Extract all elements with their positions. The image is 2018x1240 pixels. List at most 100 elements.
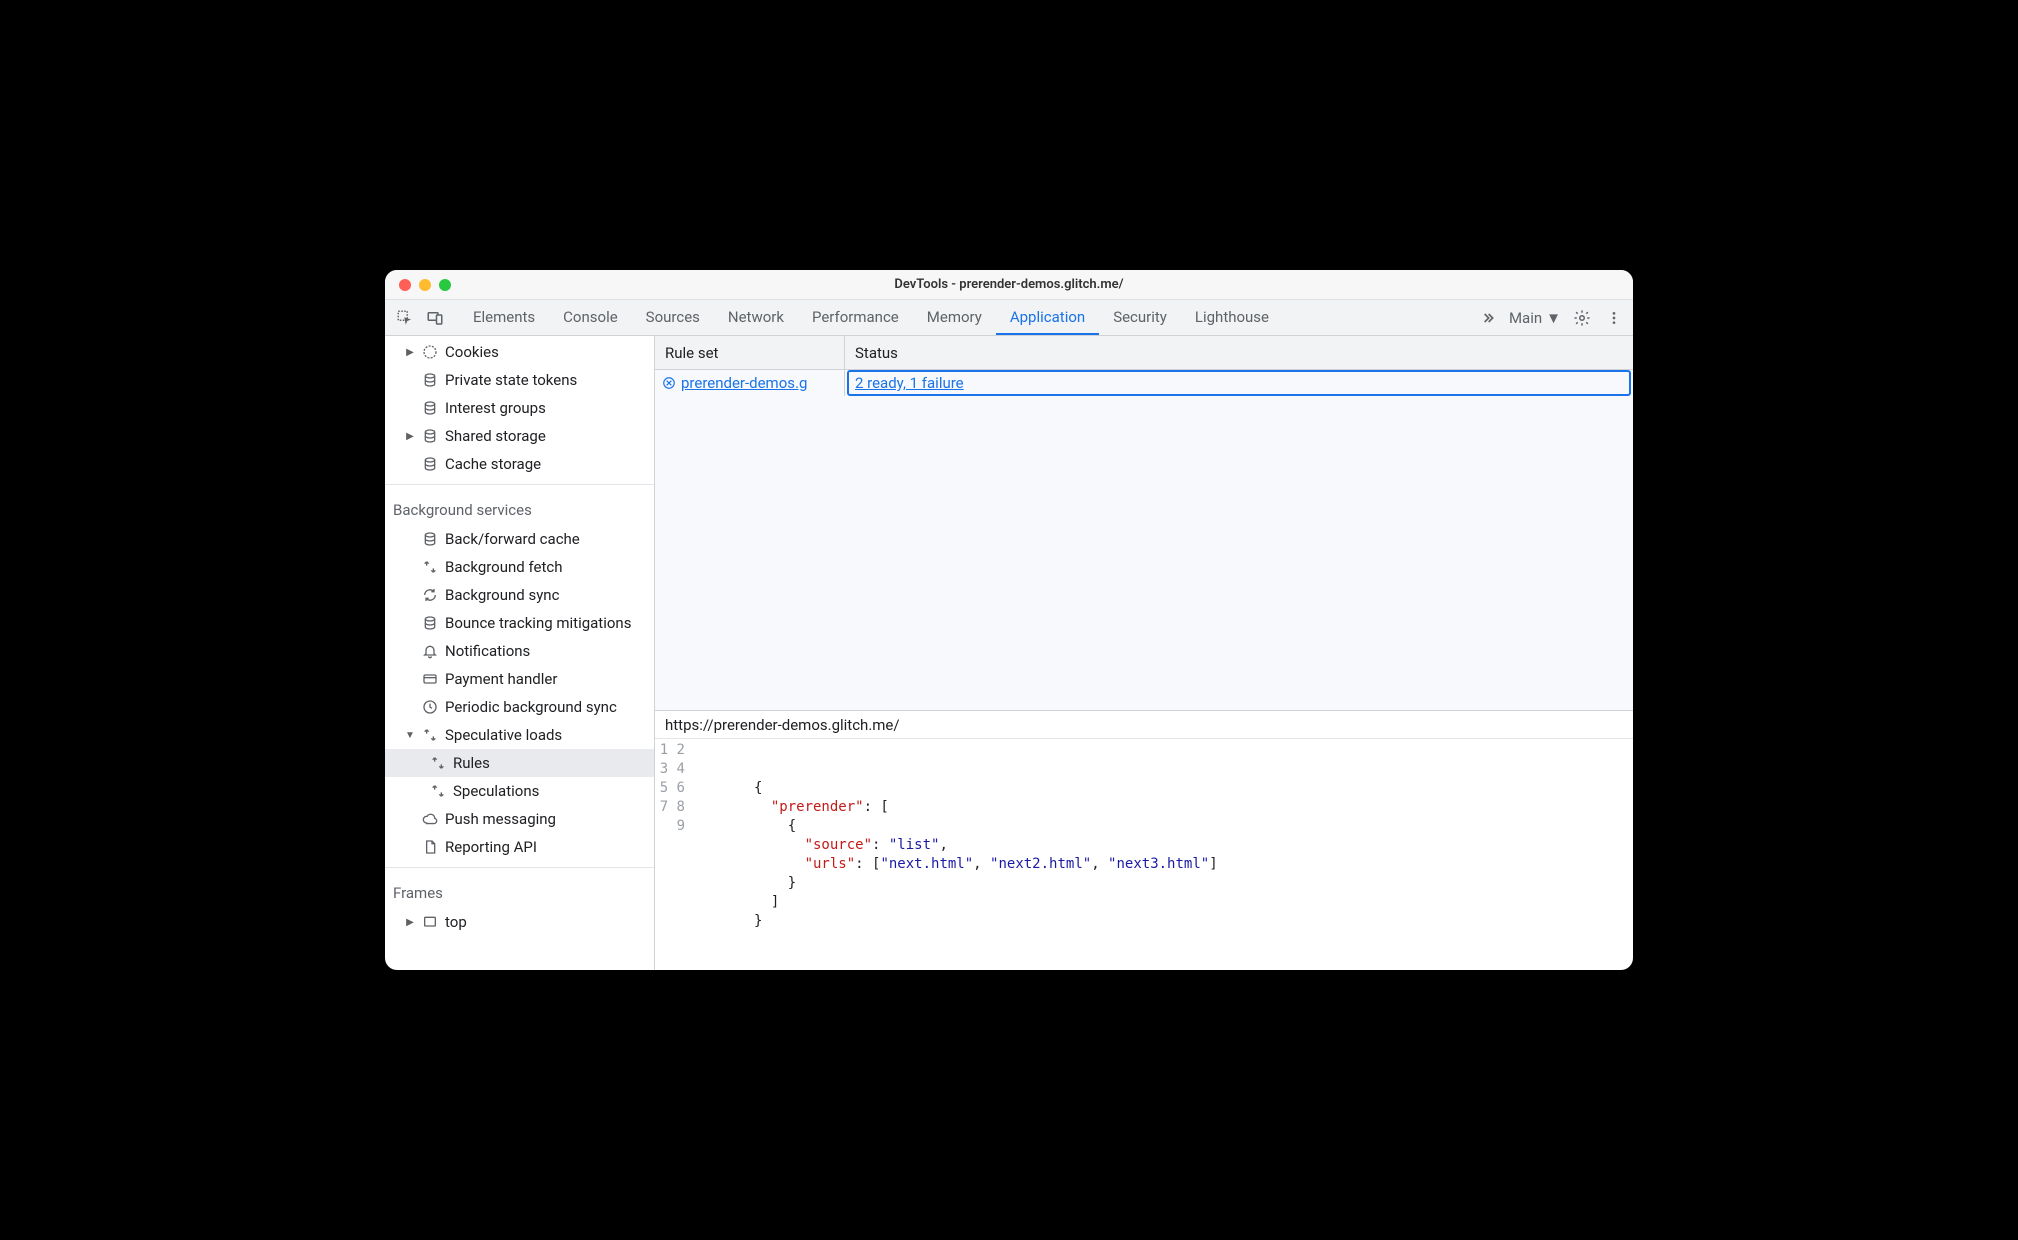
zoom-icon[interactable]: [439, 279, 451, 291]
cookie-icon: [421, 343, 439, 361]
close-icon[interactable]: [399, 279, 411, 291]
ruleset-link[interactable]: prerender-demos.g: [681, 374, 807, 392]
sidebar-item-label: Bounce tracking mitigations: [445, 614, 631, 632]
sidebar-item-label: Cookies: [445, 343, 499, 361]
line-gutter: 1 2 3 4 5 6 7 8 9: [655, 741, 695, 970]
column-status[interactable]: Status: [845, 344, 1633, 362]
tab-network[interactable]: Network: [714, 300, 798, 335]
sidebar-item-label: Background fetch: [445, 558, 562, 576]
more-tabs-icon[interactable]: [1477, 307, 1499, 329]
cloud-icon: [421, 810, 439, 828]
sidebar-item-label: Shared storage: [445, 427, 546, 445]
sidebar-item-background-sync[interactable]: ▶ Background sync: [385, 581, 654, 609]
toolbar-right: Main ▼: [1477, 307, 1625, 329]
settings-icon[interactable]: [1571, 307, 1593, 329]
frame-icon: [421, 913, 439, 931]
sidebar-item-cookies[interactable]: ▶ Cookies: [385, 338, 654, 366]
table-row[interactable]: prerender-demos.g 2 ready, 1 failure: [655, 370, 1633, 396]
document-icon: [421, 838, 439, 856]
table-header: Rule set Status: [655, 336, 1633, 370]
sidebar-item-background-fetch[interactable]: ▶ Background fetch: [385, 553, 654, 581]
sidebar-item-reporting-api[interactable]: ▶ Reporting API: [385, 833, 654, 861]
sync-icon: [429, 782, 447, 800]
sidebar-item-label: Speculations: [453, 782, 539, 800]
sidebar-item-label: Private state tokens: [445, 371, 577, 389]
chevron-down-icon: ▼: [1546, 309, 1561, 327]
tab-lighthouse[interactable]: Lighthouse: [1181, 300, 1283, 335]
sidebar-item-interest-groups[interactable]: ▶ Interest groups: [385, 394, 654, 422]
inspect-element-icon[interactable]: [393, 306, 417, 330]
database-icon: [421, 399, 439, 417]
window-controls: [385, 279, 451, 291]
sidebar-item-label: Periodic background sync: [445, 698, 617, 716]
sidebar-item-notifications[interactable]: ▶ Notifications: [385, 637, 654, 665]
column-rule-set[interactable]: Rule set: [655, 336, 845, 369]
tab-security[interactable]: Security: [1099, 300, 1181, 335]
clock-icon: [421, 698, 439, 716]
frame-selector[interactable]: Main ▼: [1509, 309, 1561, 327]
section-background-services: Background services: [385, 491, 654, 525]
sync-icon: [421, 726, 439, 744]
source-url: https://prerender-demos.glitch.me/: [665, 716, 900, 734]
sidebar-item-label: Push messaging: [445, 810, 556, 828]
sidebar-item-label: Reporting API: [445, 838, 537, 856]
refresh-icon: [421, 586, 439, 604]
main-panel: Rule set Status prerender-demos.g 2 read…: [655, 336, 1633, 970]
sidebar-item-private-state-tokens[interactable]: ▶ Private state tokens: [385, 366, 654, 394]
sidebar-item-label: Interest groups: [445, 399, 546, 417]
sidebar-item-label: Notifications: [445, 642, 530, 660]
tab-console[interactable]: Console: [549, 300, 632, 335]
sync-icon: [421, 558, 439, 576]
status-link[interactable]: 2 ready, 1 failure: [855, 374, 964, 392]
sidebar-item-frame-top[interactable]: ▶ top: [385, 908, 654, 936]
sidebar-item-label: Background sync: [445, 586, 559, 604]
devtools-window: DevTools - prerender-demos.glitch.me/ El…: [385, 270, 1633, 970]
code-viewer[interactable]: 1 2 3 4 5 6 7 8 9 { "prerender": [ { "so…: [655, 739, 1633, 970]
tab-sources[interactable]: Sources: [632, 300, 714, 335]
tab-elements[interactable]: Elements: [459, 300, 549, 335]
sidebar-item-label: Cache storage: [445, 455, 541, 473]
sidebar-item-payment-handler[interactable]: ▶ Payment handler: [385, 665, 654, 693]
expand-icon: ▶: [405, 347, 415, 358]
tab-performance[interactable]: Performance: [798, 300, 913, 335]
minimize-icon[interactable]: [419, 279, 431, 291]
panel-tabs: Elements Console Sources Network Perform…: [459, 300, 1283, 335]
card-icon: [421, 670, 439, 688]
expand-icon: ▶: [405, 917, 415, 928]
cell-rule-set: prerender-demos.g: [655, 370, 845, 396]
error-icon: [661, 375, 677, 391]
sync-icon: [429, 754, 447, 772]
sidebar-item-speculations[interactable]: Speculations: [385, 777, 654, 805]
window-title: DevTools - prerender-demos.glitch.me/: [385, 277, 1633, 292]
sidebar-item-speculative-loads[interactable]: ▼ Speculative loads: [385, 721, 654, 749]
expand-icon: ▶: [405, 431, 415, 442]
database-icon: [421, 530, 439, 548]
application-sidebar: ▶ Cookies ▶ Private state tokens ▶ Inter…: [385, 336, 655, 970]
sidebar-item-shared-storage[interactable]: ▶ Shared storage: [385, 422, 654, 450]
sidebar-item-cache-storage[interactable]: ▶ Cache storage: [385, 450, 654, 478]
sidebar-item-periodic-sync[interactable]: ▶ Periodic background sync: [385, 693, 654, 721]
frame-selector-label: Main: [1509, 309, 1542, 327]
sidebar-item-label: Speculative loads: [445, 726, 562, 744]
sidebar-item-label: top: [445, 913, 467, 931]
collapse-icon: ▼: [405, 730, 415, 741]
database-icon: [421, 455, 439, 473]
code-body: { "prerender": [ { "source": "list", "ur…: [695, 741, 1633, 970]
sidebar-item-bfcache[interactable]: ▶ Back/forward cache: [385, 525, 654, 553]
cell-status: 2 ready, 1 failure: [847, 370, 1631, 396]
main-toolbar: Elements Console Sources Network Perform…: [385, 300, 1633, 336]
sidebar-item-rules[interactable]: Rules: [385, 749, 654, 777]
sidebar-item-label: Payment handler: [445, 670, 557, 688]
kebab-menu-icon[interactable]: [1603, 307, 1625, 329]
device-toggle-icon[interactable]: [423, 306, 447, 330]
database-icon: [421, 371, 439, 389]
sidebar-item-label: Rules: [453, 754, 490, 772]
sidebar-item-push-messaging[interactable]: ▶ Push messaging: [385, 805, 654, 833]
sidebar-item-bounce-tracking[interactable]: ▶ Bounce tracking mitigations: [385, 609, 654, 637]
bell-icon: [421, 642, 439, 660]
source-url-bar: https://prerender-demos.glitch.me/: [655, 711, 1633, 739]
ruleset-table: Rule set Status prerender-demos.g 2 read…: [655, 336, 1633, 711]
tab-memory[interactable]: Memory: [913, 300, 996, 335]
database-icon: [421, 427, 439, 445]
tab-application[interactable]: Application: [996, 300, 1099, 335]
